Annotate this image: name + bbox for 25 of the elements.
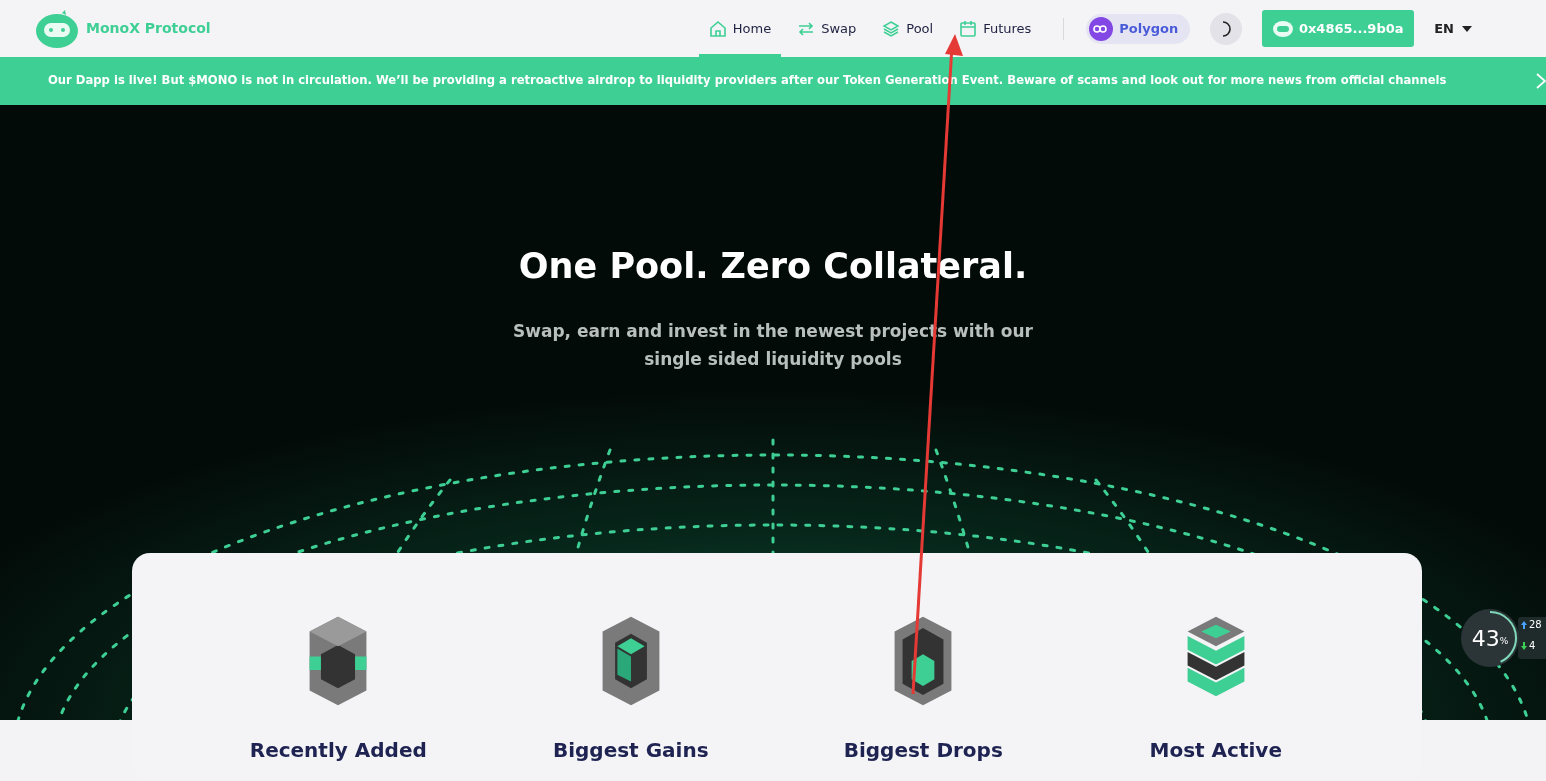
category-title[interactable]: Biggest Drops	[843, 735, 1003, 765]
category-title[interactable]: Biggest Gains	[552, 735, 709, 765]
caret-icon	[1462, 25, 1472, 32]
network-button[interactable]: Polygon	[1086, 13, 1191, 44]
calendar-icon	[959, 19, 978, 38]
nav-tab[interactable]: Pool	[872, 0, 944, 57]
upload-arrow-icon	[1521, 620, 1527, 629]
download-speed: 4	[1529, 639, 1536, 653]
home-icon	[708, 19, 727, 38]
download-arrow-icon	[1521, 641, 1527, 650]
language-dropdown[interactable]: EN	[1434, 18, 1472, 39]
category-title[interactable]: Most Active	[1149, 735, 1282, 765]
wallet-avatar-icon	[1272, 20, 1293, 37]
theme-toggle[interactable]	[1210, 12, 1243, 45]
nav-tab[interactable]: Futures	[949, 0, 1042, 57]
category-title[interactable]: Recently Added	[249, 735, 427, 765]
swap-arrows-icon	[797, 19, 816, 38]
layers-icon	[882, 19, 901, 38]
close-icon	[1536, 73, 1546, 89]
usage-percent: 43	[1471, 624, 1500, 653]
upload-speed: 28	[1529, 618, 1542, 632]
percent-unit: %	[1499, 636, 1509, 649]
network-icon	[1089, 16, 1114, 41]
logo-icon	[36, 9, 78, 48]
nav-tab[interactable]: Swap	[787, 0, 867, 57]
